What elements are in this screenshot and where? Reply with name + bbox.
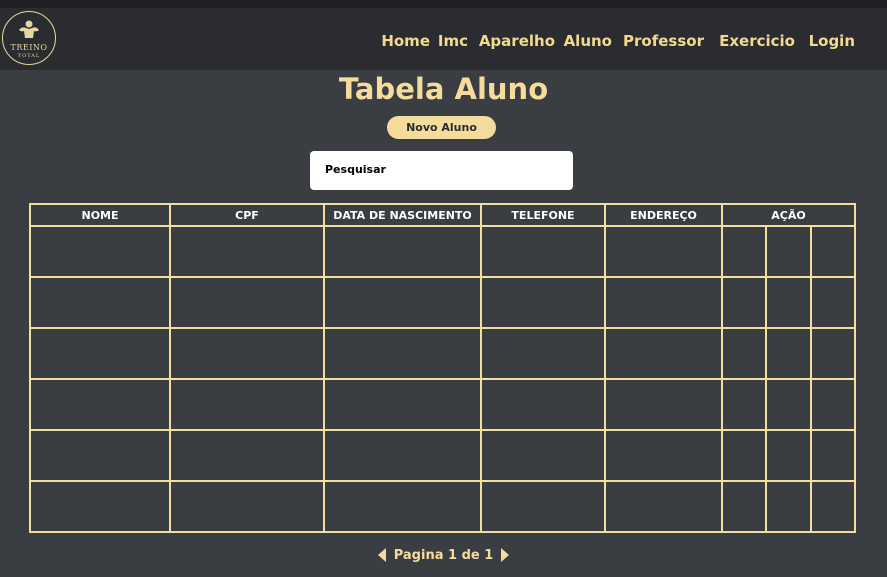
column-header-nome[interactable]: NOME: [29, 203, 171, 227]
cell-telefone: [480, 225, 606, 278]
cell-endereco: [604, 480, 723, 533]
cell-acao-2[interactable]: [765, 225, 812, 278]
logo[interactable]: TREINO TOTAL: [2, 11, 56, 65]
cell-telefone: [480, 327, 606, 380]
cell-acao-1[interactable]: [721, 480, 767, 533]
nav-exercicio[interactable]: Exercicio: [719, 32, 795, 50]
nav-aparelho[interactable]: Aparelho: [479, 32, 555, 50]
bodybuilder-icon: [19, 20, 39, 38]
cell-acao-1[interactable]: [721, 276, 767, 329]
table-row: [29, 378, 857, 431]
nav-home[interactable]: Home: [381, 32, 430, 50]
cell-data-nascimento: [323, 480, 482, 533]
page-title: Tabela Aluno: [338, 72, 549, 106]
table-row: [29, 276, 857, 329]
table-header-row: NOME CPF DATA DE NASCIMENTO TELEFONE END…: [29, 203, 857, 227]
cell-acao-1[interactable]: [721, 225, 767, 278]
cell-telefone: [480, 429, 606, 482]
cell-acao-2[interactable]: [765, 327, 812, 380]
prev-page-icon[interactable]: [377, 548, 386, 562]
table-body: [29, 225, 857, 533]
search-input[interactable]: Pesquisar: [310, 151, 573, 190]
pagination-text: Pagina 1 de 1: [393, 547, 494, 563]
pagination: Pagina 1 de 1: [0, 546, 887, 564]
cell-acao-2[interactable]: [765, 378, 812, 431]
cell-nome: [29, 378, 171, 431]
column-header-telefone[interactable]: TELEFONE: [480, 203, 606, 227]
cell-cpf: [169, 327, 325, 380]
table-row: [29, 225, 857, 278]
search-placeholder: Pesquisar: [325, 163, 386, 176]
column-header-acao[interactable]: AÇÃO: [720, 203, 857, 227]
cell-endereco: [604, 378, 723, 431]
cell-cpf: [169, 225, 325, 278]
cell-acao-3[interactable]: [809, 480, 857, 533]
cell-data-nascimento: [323, 327, 482, 380]
cell-nome: [29, 327, 171, 380]
cell-nome: [29, 429, 171, 482]
cell-telefone: [480, 480, 606, 533]
cell-acao-3[interactable]: [809, 276, 857, 329]
cell-endereco: [604, 327, 723, 380]
cell-cpf: [169, 480, 325, 533]
cell-acao-2[interactable]: [765, 276, 812, 329]
column-header-data-nascimento[interactable]: DATA DE NASCIMENTO: [323, 203, 482, 227]
cell-data-nascimento: [323, 225, 482, 278]
cell-cpf: [169, 276, 325, 329]
cell-acao-1[interactable]: [721, 378, 767, 431]
cell-endereco: [604, 276, 723, 329]
table-row: [29, 429, 857, 482]
aluno-table: NOME CPF DATA DE NASCIMENTO TELEFONE END…: [29, 203, 857, 533]
new-aluno-button[interactable]: Novo Aluno: [387, 116, 496, 139]
cell-nome: [29, 225, 171, 278]
cell-data-nascimento: [323, 429, 482, 482]
next-page-icon[interactable]: [501, 548, 510, 562]
cell-acao-3[interactable]: [809, 225, 857, 278]
cell-endereco: [604, 429, 723, 482]
nav-login[interactable]: Login: [809, 32, 855, 50]
logo-subtext: TOTAL: [17, 53, 41, 59]
cell-acao-1[interactable]: [721, 327, 767, 380]
cell-acao-3[interactable]: [809, 378, 857, 431]
cell-cpf: [169, 378, 325, 431]
cell-nome: [29, 480, 171, 533]
cell-endereco: [604, 225, 723, 278]
table-row: [29, 480, 857, 533]
nav-imc[interactable]: Imc: [438, 32, 468, 50]
table-row: [29, 327, 857, 380]
cell-cpf: [169, 429, 325, 482]
column-header-cpf[interactable]: CPF: [169, 203, 325, 227]
nav-aluno[interactable]: Aluno: [564, 32, 612, 50]
cell-acao-1[interactable]: [721, 429, 767, 482]
logo-text: TREINO: [10, 43, 48, 52]
column-header-endereco[interactable]: ENDEREÇO: [604, 203, 723, 227]
header: TREINO TOTAL Home Imc Aparelho Aluno Pro…: [0, 8, 887, 70]
cell-acao-3[interactable]: [809, 327, 857, 380]
cell-telefone: [480, 276, 606, 329]
cell-data-nascimento: [323, 276, 482, 329]
cell-acao-2[interactable]: [765, 480, 812, 533]
nav-professor[interactable]: Professor: [623, 32, 704, 50]
cell-acao-3[interactable]: [809, 429, 857, 482]
window-top-strip: [0, 0, 887, 8]
cell-nome: [29, 276, 171, 329]
cell-telefone: [480, 378, 606, 431]
cell-data-nascimento: [323, 378, 482, 431]
cell-acao-2[interactable]: [765, 429, 812, 482]
